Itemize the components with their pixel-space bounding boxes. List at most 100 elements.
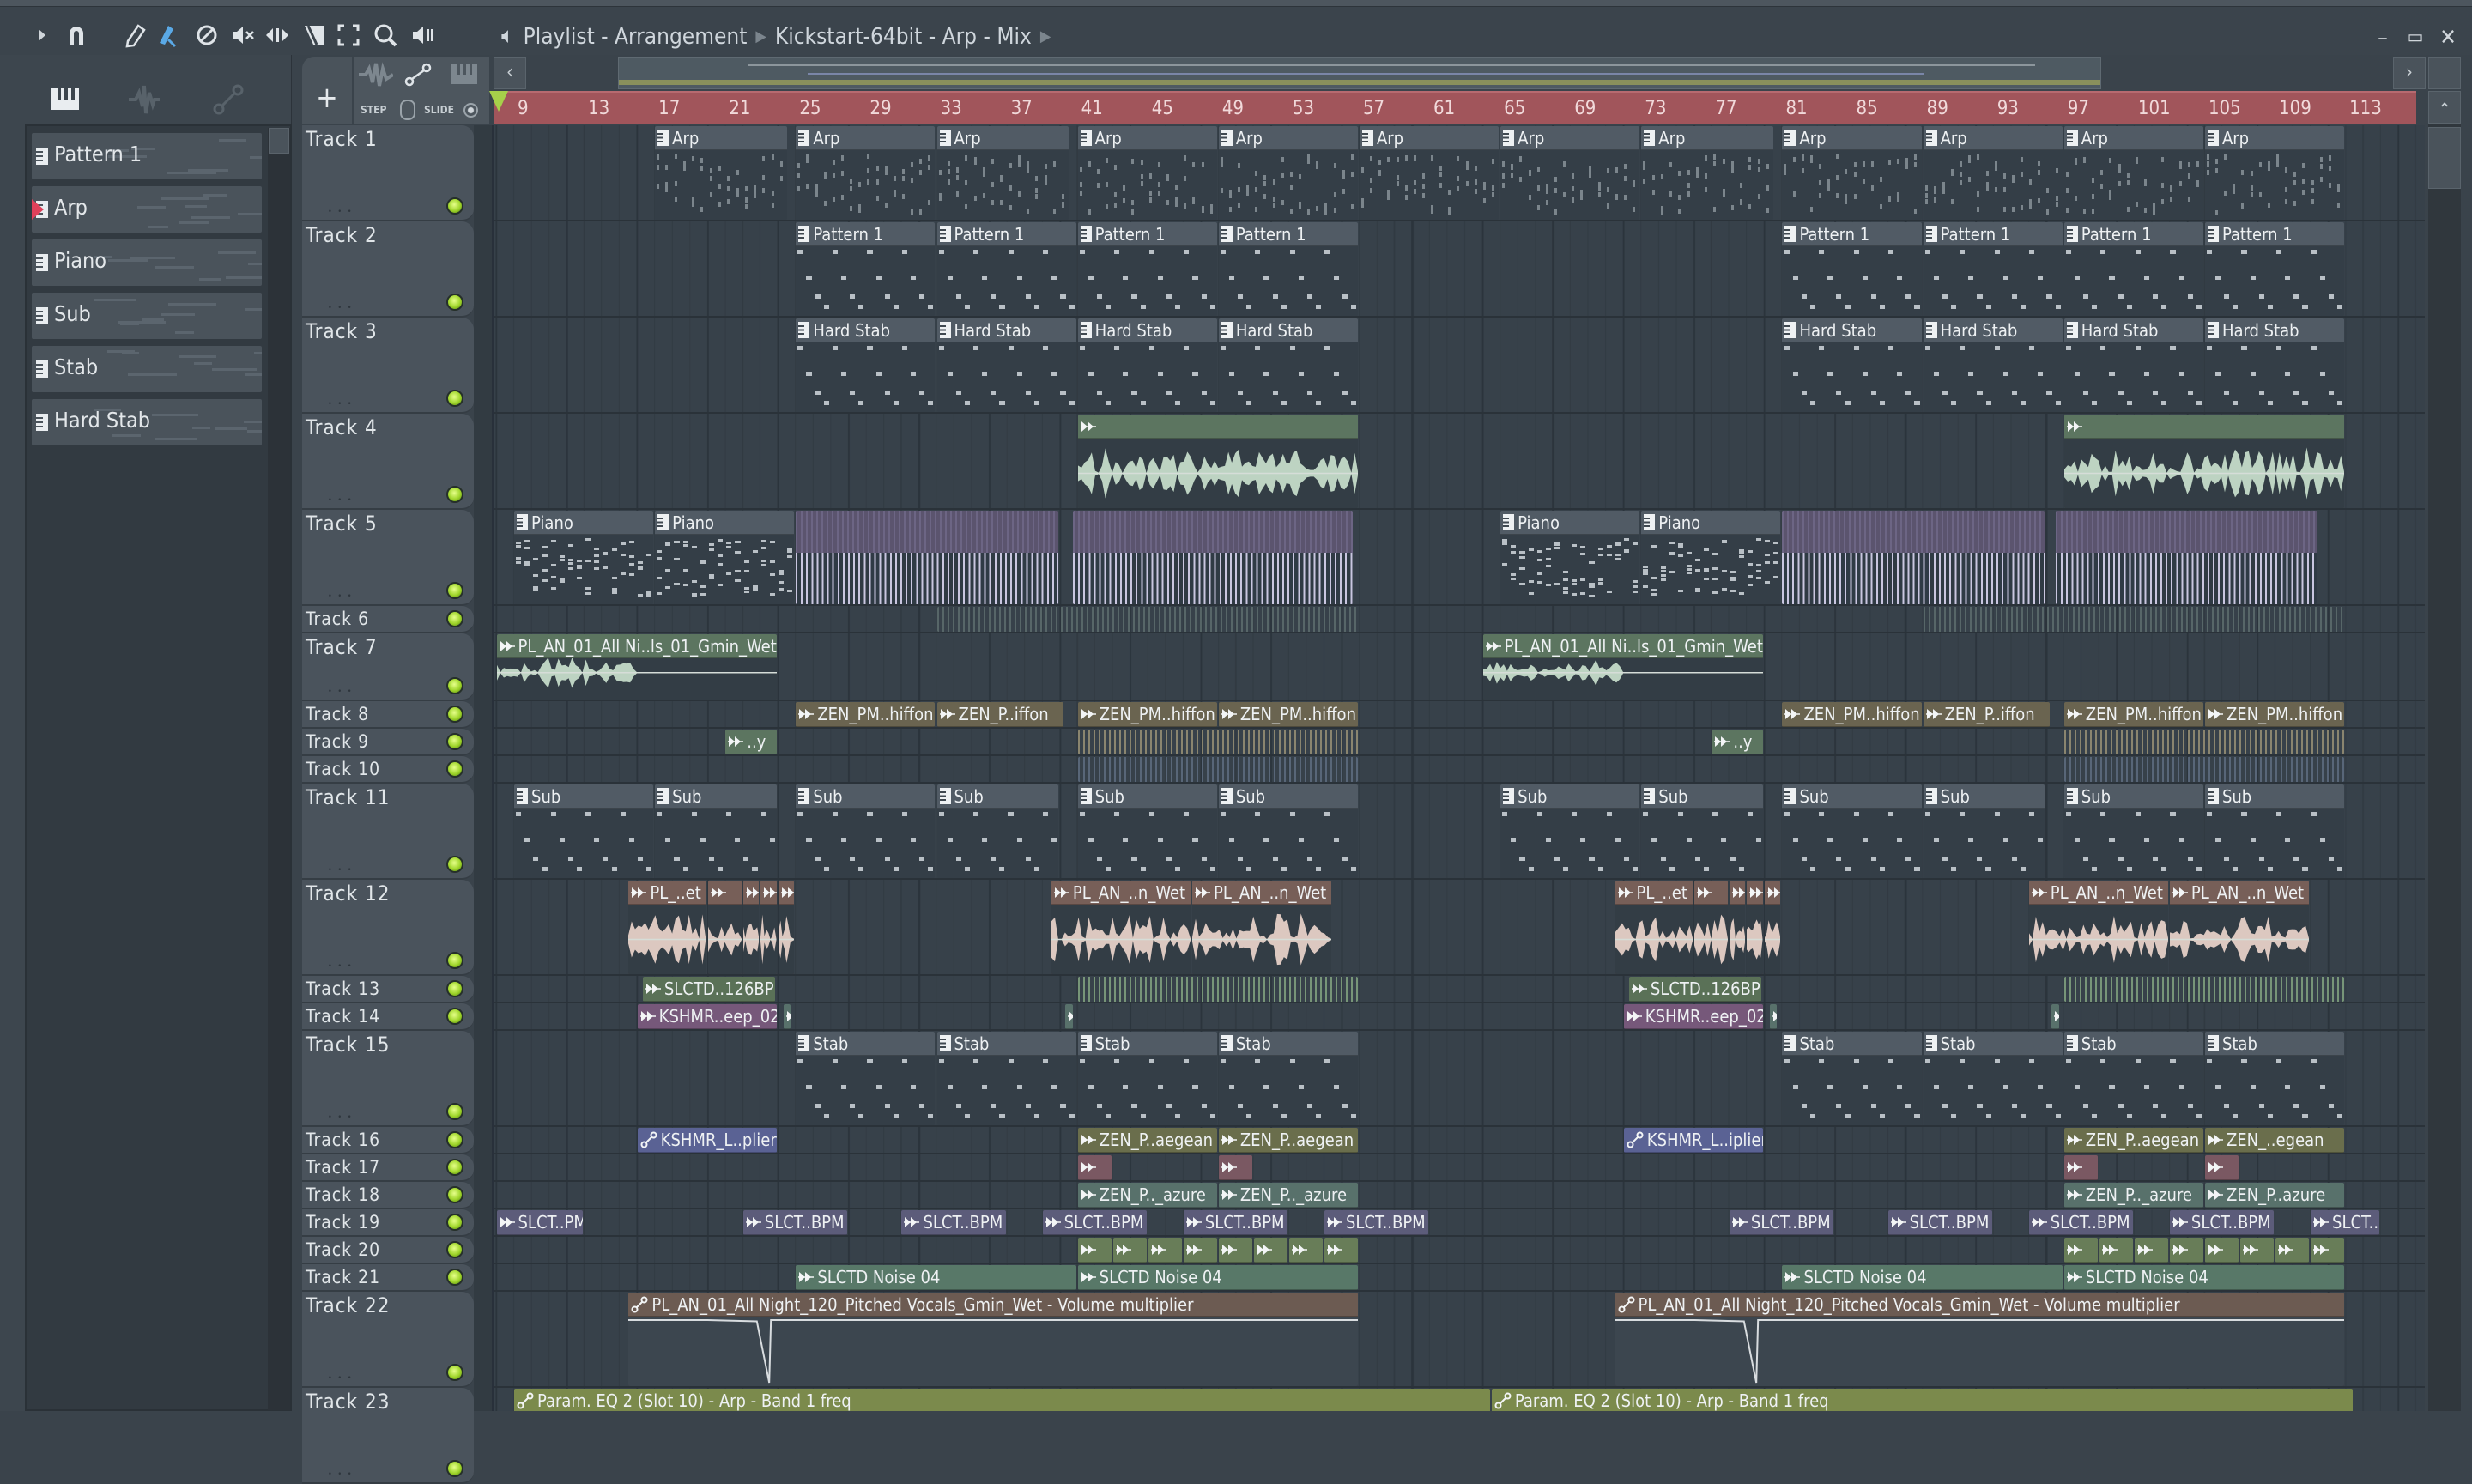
clip-header[interactable]: SLCT..BPM bbox=[1183, 1210, 1288, 1235]
clip-header[interactable]: Pattern 1 bbox=[2063, 222, 2203, 246]
clip-header[interactable]: Piano bbox=[1641, 511, 1781, 535]
pattern-list-scrollbar[interactable] bbox=[268, 128, 290, 1410]
track-mute-led[interactable] bbox=[446, 733, 464, 750]
clip-header[interactable]: PL_AN_..n_Wet bbox=[2169, 881, 2310, 905]
clip-header[interactable] bbox=[1077, 415, 1358, 439]
track-header[interactable]: Track 10 bbox=[302, 756, 474, 784]
playlist-overview[interactable] bbox=[618, 57, 2101, 89]
clip-header[interactable]: Sub bbox=[796, 784, 936, 809]
automation-clip[interactable]: Param. EQ 2 (Slot 10) - Arp - Band 1 fre… bbox=[1491, 1389, 2354, 1411]
audio-clip[interactable] bbox=[1253, 1238, 1288, 1263]
clip-header[interactable]: ZEN_P..aegean bbox=[1077, 1128, 1217, 1153]
clip-header[interactable]: SLCT..BPM bbox=[742, 1210, 847, 1235]
track-header[interactable]: Track 13 bbox=[302, 976, 474, 1003]
audio-clip[interactable] bbox=[1183, 1238, 1217, 1263]
ruler-bar-label[interactable]: 105 bbox=[2208, 98, 2241, 119]
clip-header[interactable] bbox=[1729, 881, 1746, 905]
track-header[interactable]: Track 23 • • • bbox=[302, 1388, 474, 1484]
clip-header[interactable]: Hard Stab bbox=[796, 318, 936, 342]
clip-header[interactable]: Hard Stab bbox=[1782, 318, 1922, 342]
clip-header[interactable]: ZEN_PM..hiffon bbox=[1782, 702, 1922, 727]
audio-clip[interactable] bbox=[778, 881, 795, 974]
pattern-clip[interactable]: Stab bbox=[936, 1032, 1076, 1125]
track-mute-led[interactable] bbox=[446, 760, 464, 778]
clip-header[interactable]: PL_AN_..n_Wet bbox=[1192, 881, 1332, 905]
clip-header[interactable]: Param. EQ 2 (Slot 10) - Arp - Band 1 fre… bbox=[1491, 1389, 2354, 1411]
automation-clip[interactable]: KSHMR_L..iplier bbox=[1623, 1128, 1763, 1153]
pattern-clip[interactable]: Sub bbox=[1782, 784, 1922, 878]
clip-header[interactable] bbox=[1288, 1238, 1323, 1263]
pattern-clip[interactable]: Arp bbox=[796, 126, 936, 220]
track-mute-led[interactable] bbox=[446, 952, 464, 969]
track-mute-led[interactable] bbox=[446, 582, 464, 599]
track-options-dots[interactable]: • • • bbox=[328, 1470, 353, 1479]
scrollbar-thumb[interactable] bbox=[269, 128, 289, 154]
ruler-bar-label[interactable]: 89 bbox=[1927, 98, 1948, 119]
clip-header[interactable]: Sub bbox=[1782, 784, 1922, 809]
clip-header[interactable] bbox=[778, 881, 795, 905]
pattern-clip[interactable]: Arp bbox=[1641, 126, 1774, 220]
ruler-bar-label[interactable]: 21 bbox=[729, 98, 750, 119]
audio-clip[interactable] bbox=[2051, 1004, 2059, 1029]
ruler-bar-label[interactable]: 17 bbox=[658, 98, 680, 119]
pattern-clip[interactable]: Sub bbox=[2063, 784, 2203, 878]
pattern-clip[interactable]: Pattern 1 bbox=[2063, 222, 2203, 316]
ruler-bar-label[interactable]: 109 bbox=[2279, 98, 2311, 119]
audio-clip[interactable]: SLCTD..126BPM bbox=[642, 977, 775, 1002]
clip-header[interactable] bbox=[1747, 881, 1763, 905]
clip-header[interactable] bbox=[1770, 1004, 1778, 1029]
clip-header[interactable] bbox=[2204, 1238, 2239, 1263]
pattern-clip[interactable]: Arp bbox=[1782, 126, 1922, 220]
clip-header[interactable]: Piano bbox=[514, 511, 654, 535]
track-header[interactable]: Track 2 • • • bbox=[302, 221, 474, 318]
clip-header[interactable]: Pattern 1 bbox=[1782, 222, 1922, 246]
track-header[interactable]: Track 6 bbox=[302, 606, 474, 633]
clip-header[interactable] bbox=[2099, 1238, 2133, 1263]
scroll-up-button[interactable]: ⌃ bbox=[2428, 91, 2461, 124]
clip-header[interactable]: Arp bbox=[2204, 126, 2345, 150]
piano-roll-icon[interactable] bbox=[450, 62, 479, 86]
track-header[interactable]: Track 16 bbox=[302, 1127, 474, 1154]
clip-header[interactable]: PL_AN_..n_Wet bbox=[2028, 881, 2168, 905]
clip-header[interactable]: SLCT..PM bbox=[496, 1210, 584, 1235]
clip-header[interactable]: Arp bbox=[1077, 126, 1217, 150]
slide-toggle[interactable] bbox=[464, 103, 478, 118]
add-track-button[interactable]: + bbox=[302, 57, 352, 124]
track-options-dots[interactable]: • • • bbox=[328, 304, 353, 312]
pattern-clip[interactable]: Piano bbox=[514, 511, 654, 604]
clip-header[interactable]: ZEN_..egean bbox=[2204, 1128, 2345, 1153]
clip-header[interactable]: Piano bbox=[655, 511, 795, 535]
audio-clip[interactable]: ..y bbox=[1712, 730, 1763, 754]
ruler-bar-label[interactable]: 25 bbox=[799, 98, 821, 119]
clip-header[interactable]: ZEN_PM..hiffon bbox=[2204, 702, 2345, 727]
clip-header[interactable] bbox=[707, 881, 742, 905]
track-header[interactable]: Track 22 • • • bbox=[302, 1292, 474, 1388]
clip-header[interactable] bbox=[742, 881, 760, 905]
pattern-item-arp[interactable]: Arp bbox=[32, 186, 262, 233]
audio-clip[interactable]: ZEN_P..iffon bbox=[936, 702, 1064, 727]
pattern-item-piano[interactable]: Piano bbox=[32, 239, 262, 286]
clip-header[interactable] bbox=[2311, 1238, 2345, 1263]
clip-header[interactable]: Arp bbox=[936, 126, 1069, 150]
clip-header[interactable]: Sub bbox=[1218, 784, 1358, 809]
pattern-clip[interactable]: Sub bbox=[936, 784, 1059, 878]
audio-clip[interactable] bbox=[707, 881, 742, 974]
clip-header[interactable]: Arp bbox=[1782, 126, 1922, 150]
pattern-clip[interactable]: Pattern 1 bbox=[1218, 222, 1358, 316]
audio-clip[interactable]: ZEN_P..iffon bbox=[1923, 702, 2051, 727]
track-mute-led[interactable] bbox=[446, 706, 464, 723]
pattern-clip[interactable]: Stab bbox=[2063, 1032, 2203, 1125]
clip-header[interactable] bbox=[1218, 1238, 1252, 1263]
audio-clip[interactable]: ..y bbox=[725, 730, 777, 754]
audio-clip[interactable]: SLCT..BPM bbox=[1887, 1210, 1992, 1235]
scrollbar-thumb[interactable] bbox=[2428, 127, 2461, 189]
audio-clip[interactable] bbox=[2311, 1238, 2345, 1263]
clip-header[interactable]: PL_AN_01_All Ni..ls_01_Gmin_Wet bbox=[496, 634, 777, 658]
clip-header[interactable]: SLCT..BPM bbox=[1729, 1210, 1833, 1235]
clip-header[interactable] bbox=[2169, 1238, 2203, 1263]
zoom-icon[interactable] bbox=[373, 22, 398, 48]
track-header[interactable]: Track 1 • • • bbox=[302, 125, 474, 221]
track-header[interactable]: Track 18 bbox=[302, 1182, 474, 1209]
clip-header[interactable] bbox=[1183, 1238, 1217, 1263]
clip-header[interactable] bbox=[2063, 1155, 2098, 1180]
